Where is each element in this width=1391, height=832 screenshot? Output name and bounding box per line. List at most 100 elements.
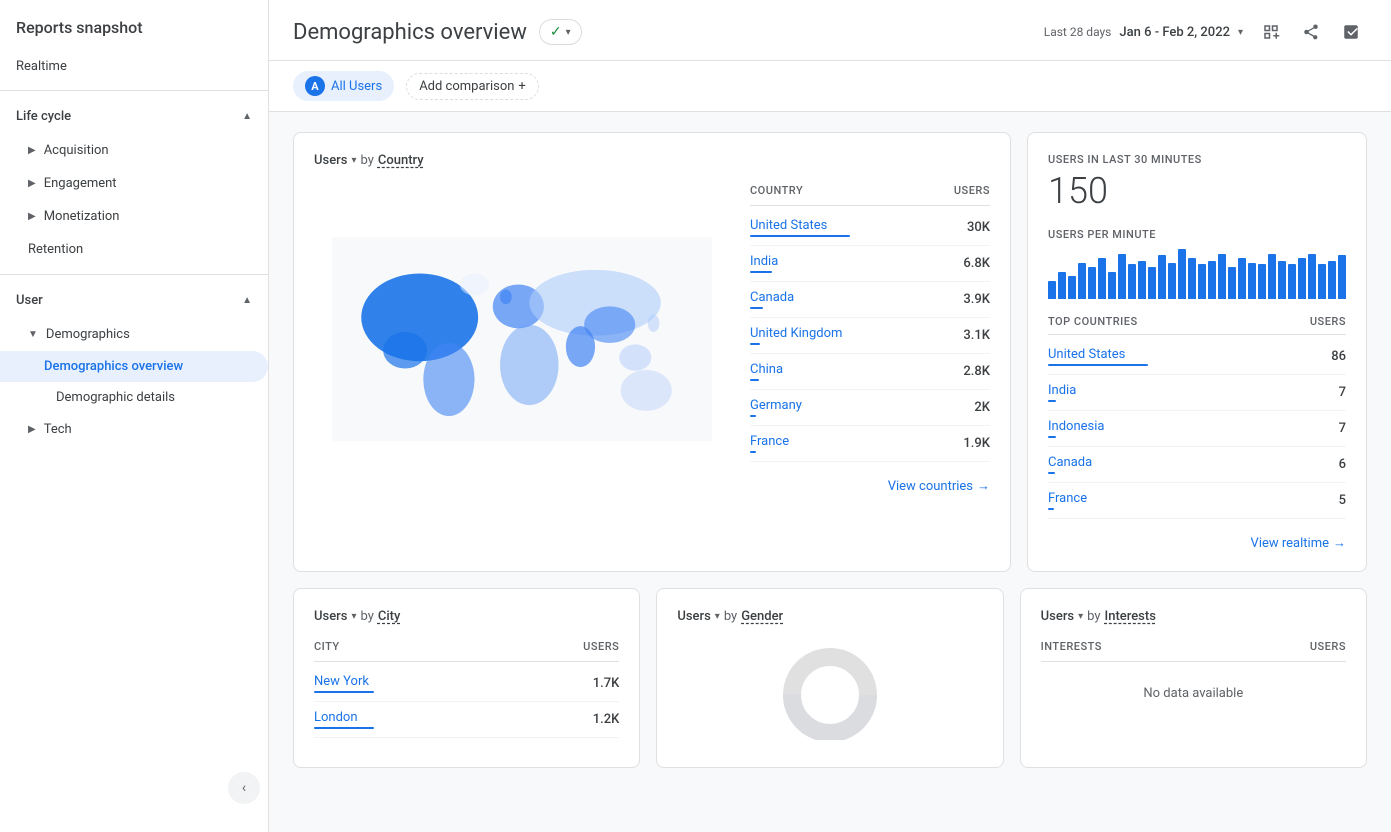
all-users-label: All Users	[331, 79, 382, 94]
sidebar-title: Reports snapshot	[0, 0, 268, 51]
city-name-cell[interactable]: New York	[314, 674, 374, 693]
sidebar-item-tech[interactable]: ▶ Tech	[0, 413, 268, 446]
top-country-users: 7	[1339, 385, 1346, 400]
upm-bar	[1048, 281, 1056, 299]
main-header: Demographics overview ✓ ▾ Last 28 days J…	[269, 0, 1391, 61]
country-name-cell[interactable]: Canada	[750, 290, 794, 309]
country-bar	[750, 379, 759, 381]
view-realtime-link[interactable]: View realtime →	[1048, 535, 1346, 551]
top-country-name[interactable]: United States	[1048, 347, 1148, 366]
sidebar-item-acquisition-label: Acquisition	[44, 143, 109, 158]
top-countries-label: TOP COUNTRIES	[1048, 315, 1138, 328]
all-users-filter[interactable]: A All Users	[293, 71, 394, 101]
map-by-value[interactable]: Country	[378, 153, 424, 168]
sidebar-item-acquisition[interactable]: ▶ Acquisition	[0, 134, 268, 167]
status-dropdown-arrow: ▾	[566, 27, 571, 38]
share-icon-button[interactable]	[1295, 16, 1327, 48]
country-name-cell[interactable]: Germany	[750, 398, 802, 417]
sidebar-item-retention-label: Retention	[28, 242, 83, 257]
country-name-cell[interactable]: China	[750, 362, 783, 381]
tech-arrow: ▶	[28, 424, 36, 435]
country-name-cell[interactable]: France	[750, 434, 789, 453]
upm-bar	[1098, 258, 1106, 299]
upm-bar	[1148, 267, 1156, 299]
map-card-title: Users ▾ by Country	[314, 153, 990, 168]
city-name-cell[interactable]: London	[314, 710, 374, 729]
top-country-name[interactable]: India	[1048, 383, 1076, 402]
map-users-label: Users	[314, 153, 347, 168]
country-table: COUNTRY USERS United States 30K India 6.…	[750, 184, 990, 494]
upm-bar	[1168, 263, 1176, 299]
sidebar-item-demographics[interactable]: ▼ Demographics	[0, 318, 268, 351]
gender-donut-chart	[677, 640, 982, 740]
sidebar-item-retention[interactable]: Retention	[0, 233, 268, 266]
insights-icon-button[interactable]	[1335, 16, 1367, 48]
date-range-selector[interactable]: Last 28 days Jan 6 - Feb 2, 2022 ▾	[1044, 25, 1243, 40]
bottom-row: Users ▾ by City CITY USERS New York 1.7K…	[293, 588, 1367, 768]
country-name-cell[interactable]: United States	[750, 218, 850, 237]
top-country-name[interactable]: Canada	[1048, 455, 1092, 474]
sidebar-section-lifecycle[interactable]: Life cycle ▲	[0, 99, 268, 134]
top-country-name[interactable]: Indonesia	[1048, 419, 1104, 438]
all-users-avatar: A	[305, 76, 325, 96]
city-by-value[interactable]: City	[378, 609, 401, 624]
city-users-label: Users	[314, 609, 347, 624]
cards-area: Users ▾ by Country	[269, 112, 1391, 788]
map-users-dropdown[interactable]: ▾	[351, 155, 356, 166]
country-bar	[750, 451, 756, 453]
table-row: United States 30K	[750, 210, 990, 246]
upm-bar	[1198, 264, 1206, 299]
sidebar-item-engagement[interactable]: ▶ Engagement	[0, 167, 268, 200]
upm-bar	[1258, 264, 1266, 299]
table-row: Germany 2K	[750, 390, 990, 426]
interests-by-value[interactable]: Interests	[1105, 609, 1156, 624]
city-card-title: Users ▾ by City	[314, 609, 619, 624]
main-content: Demographics overview ✓ ▾ Last 28 days J…	[269, 0, 1391, 832]
upm-bar	[1328, 261, 1336, 299]
interests-no-data: No data available	[1041, 666, 1346, 721]
compare-icon-button[interactable]	[1255, 16, 1287, 48]
sidebar-divider-2	[0, 274, 268, 275]
date-label: Last 28 days	[1044, 25, 1112, 39]
upm-bar	[1078, 263, 1086, 299]
realtime-users-label: USERS IN LAST 30 MINUTES	[1048, 153, 1346, 166]
page-title: Demographics overview	[293, 20, 527, 45]
interests-by-label: by	[1087, 609, 1100, 624]
sidebar-subitem-demographics-overview[interactable]: Demographics overview	[0, 351, 268, 382]
table-row: France 1.9K	[750, 426, 990, 462]
interests-card-title: Users ▾ by Interests	[1041, 609, 1346, 624]
country-col-header: COUNTRY	[750, 184, 803, 197]
upm-bar	[1088, 267, 1096, 299]
city-card: Users ▾ by City CITY USERS New York 1.7K…	[293, 588, 640, 768]
sidebar-section-user-label: User	[16, 293, 43, 308]
country-name-cell[interactable]: India	[750, 254, 778, 273]
sidebar-collapse-button[interactable]: ‹	[228, 772, 260, 804]
users-col-header: USERS	[954, 184, 990, 197]
country-name-cell[interactable]: United Kingdom	[750, 326, 842, 345]
map-visual	[314, 184, 730, 494]
city-bar	[314, 727, 374, 729]
view-countries-link[interactable]: View countries →	[750, 478, 990, 494]
sidebar-section-user[interactable]: User ▲	[0, 283, 268, 318]
top-country-row: France 5	[1048, 483, 1346, 519]
map-by-label: by	[360, 153, 373, 168]
city-users-dropdown[interactable]: ▾	[351, 611, 356, 622]
demographics-overview-label: Demographics overview	[44, 359, 183, 374]
sidebar-item-realtime[interactable]: Realtime	[0, 51, 268, 82]
top-country-bar	[1048, 364, 1148, 366]
gender-by-value[interactable]: Gender	[741, 609, 783, 624]
top-country-name[interactable]: France	[1048, 491, 1087, 510]
country-bar	[750, 343, 760, 345]
sidebar-item-monetization[interactable]: ▶ Monetization	[0, 200, 268, 233]
gender-users-dropdown[interactable]: ▾	[715, 611, 720, 622]
upm-bar-chart	[1048, 249, 1346, 299]
top-country-row: United States 86	[1048, 339, 1346, 375]
realtime-card: USERS IN LAST 30 MINUTES 150 USERS PER M…	[1027, 132, 1367, 572]
sidebar-subitem-demographic-details[interactable]: Demographic details	[0, 382, 268, 413]
interests-users-dropdown[interactable]: ▾	[1078, 611, 1083, 622]
upm-bar	[1278, 261, 1286, 299]
status-badge[interactable]: ✓ ▾	[539, 19, 582, 45]
status-check-icon: ✓	[550, 24, 562, 40]
add-comparison-button[interactable]: Add comparison +	[406, 73, 539, 100]
header-left: Demographics overview ✓ ▾	[293, 19, 582, 45]
